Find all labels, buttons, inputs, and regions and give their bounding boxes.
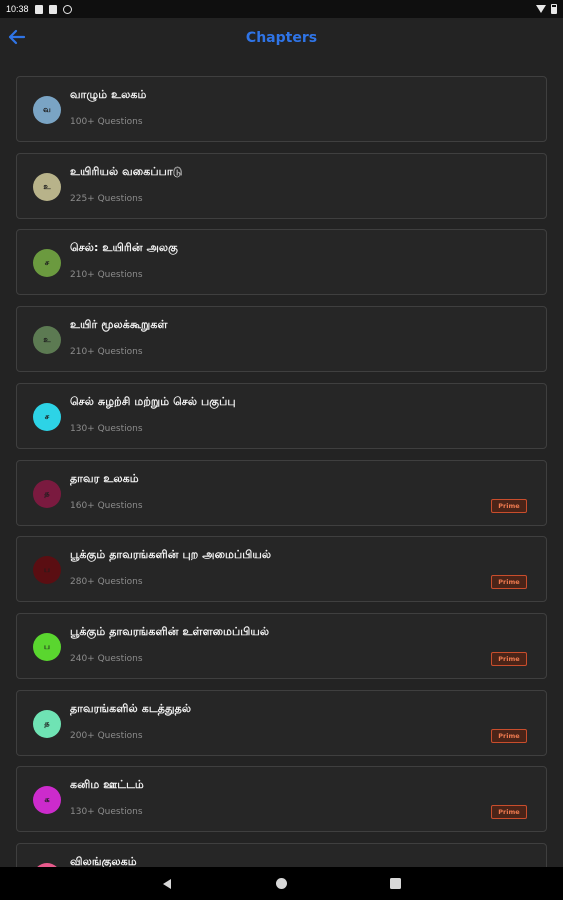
chapter-avatar: க [33,786,61,815]
notification-icon [34,4,43,14]
chapter-question-count: 210+ Questions [70,347,143,358]
page-title: Chapters [245,30,318,46]
nav-home-button[interactable] [276,878,287,889]
prime-badge: Prime [491,498,527,513]
prime-badge: Prime [491,575,527,590]
chapter-title: பூக்கும் தாவரங்களின் உள்ளமைப்பியல் [70,624,270,638]
chapter-card[interactable]: த தாவர உலகம் 160+ Questions Prime [16,459,547,526]
chapter-question-count: 130+ Questions [70,807,143,818]
nav-back-button[interactable] [160,876,174,890]
prime-badge: Prime [491,651,527,666]
chapter-card[interactable]: உ உயிரியல் வகைப்பாடு 225+ Questions [16,152,547,219]
chapter-avatar: ப [33,556,61,585]
status-bar: 10:38 [0,0,563,18]
back-button[interactable] [6,26,28,48]
app-bar: Chapters [0,18,563,58]
chapter-card[interactable]: ப பூக்கும் தாவரங்களின் புற அமைப்பியல் 280+… [16,536,547,603]
chapter-question-count: 130+ Questions [70,423,143,434]
chapter-title: செல்: உயிரின் அலகு [70,241,178,255]
chapter-title: பூக்கும் தாவரங்களின் புற அமைப்பியல் [70,548,272,562]
chapter-avatar: வ [33,96,61,124]
chapter-question-count: 225+ Questions [70,193,143,204]
nav-recents-button[interactable] [390,878,401,889]
sd-card-icon [48,4,57,14]
chapter-question-count: 100+ Questions [70,117,143,127]
chapter-card[interactable]: உ உயிர் மூலக்கூறுகள் 210+ Questions [16,306,547,373]
battery-icon [551,4,557,14]
chapter-question-count: 280+ Questions [70,577,143,588]
wifi-icon [536,5,546,13]
prime-badge: Prime [491,728,527,743]
chapter-card[interactable]: க கனிம ஊட்டம் 130+ Questions Prime [16,766,547,833]
chapter-card[interactable]: த தாவரங்களில் கடத்துதல் 200+ Questions Prim… [16,689,547,756]
chapter-avatar: ச [33,249,61,278]
chapter-title: தாவரங்களில் கடத்துதல் [70,701,192,715]
arrow-left-icon [8,29,26,45]
chapter-title: விலங்குலகம் [70,855,137,867]
chapter-title: உயிர் மூலக்கூறுகள் [70,318,168,332]
chapter-card[interactable]: வ வாழும் உலகம் 100+ Questions [16,76,547,142]
chapter-question-count: 240+ Questions [70,653,143,664]
chapter-card[interactable]: ச செல்: உயிரின் அலகு 210+ Questions [16,229,547,296]
chapter-avatar: ப [33,632,61,661]
chapter-question-count: 160+ Questions [70,500,143,511]
chapter-title: கனிம ஊட்டம் [70,778,144,792]
chapter-question-count: 210+ Questions [70,270,143,281]
system-nav-bar [0,867,563,900]
chapter-avatar: த [33,479,61,508]
chapter-card[interactable]: ச செல் சுழற்சி மற்றும் செல் பகுப்பு 130+ Q… [16,382,547,449]
chapter-avatar: உ [33,172,61,201]
triangle-back-icon [163,879,171,889]
chapter-avatar: த [33,709,61,738]
chapter-avatar: உ [33,326,61,355]
prime-badge: Prime [491,805,527,820]
chapter-title: உயிரியல் வகைப்பாடு [70,164,183,178]
chapter-title: வாழும் உலகம் [70,88,147,101]
chapter-card[interactable]: வவிலங்குலகம் [16,843,547,867]
chapter-title: செல் சுழற்சி மற்றும் செல் பகுப்பு [70,394,236,408]
chapter-card[interactable]: ப பூக்கும் தாவரங்களின் உள்ளமைப்பியல் 240+ … [16,612,547,679]
chapter-avatar: ச [33,402,61,431]
status-time: 10:38 [6,4,29,14]
chapter-title: தாவர உலகம் [70,471,139,485]
chapter-list: வ வாழும் உலகம் 100+ Questions உ உயிரியல் வகை… [16,76,547,867]
chapter-question-count: 200+ Questions [70,730,143,741]
sync-icon [62,4,72,14]
